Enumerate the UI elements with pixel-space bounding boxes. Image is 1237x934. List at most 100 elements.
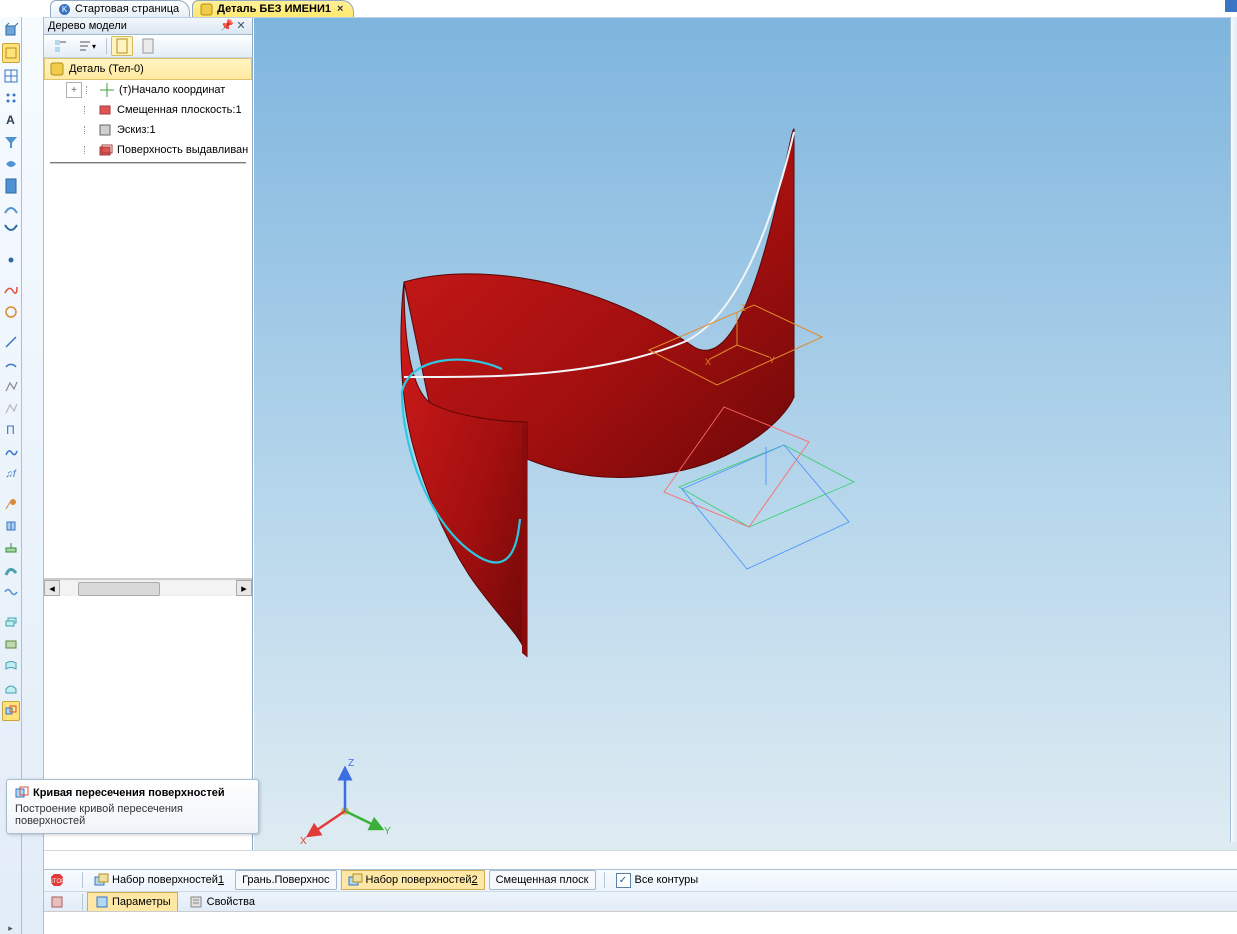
corner-cube-icon — [1225, 0, 1237, 12]
tool-round-icon[interactable] — [3, 495, 19, 513]
tree-label: Смещенная плоскость:1 — [117, 104, 242, 116]
panel-header: Дерево модели 📌 ✕ — [44, 17, 252, 35]
svg-text:Y: Y — [769, 355, 775, 365]
document-tabs: K Стартовая страница Деталь БЕЗ ИМЕНИ1 × — [0, 0, 1237, 18]
checkbox-icon[interactable]: ✓ — [616, 873, 631, 888]
tool-curve2-icon[interactable] — [3, 221, 19, 239]
status-strip — [0, 850, 1237, 870]
tab-label: Стартовая страница — [75, 3, 179, 15]
scroll-right-icon[interactable]: ▸ — [236, 580, 252, 596]
svg-text:X: X — [300, 836, 307, 847]
tab-parameters[interactable]: Параметры — [87, 892, 178, 912]
svg-text:X: X — [705, 357, 711, 367]
tool-surf1-icon[interactable] — [3, 657, 19, 675]
tool-wire2-icon[interactable] — [3, 399, 19, 417]
chip-plane[interactable]: Смещенная плоск — [489, 870, 596, 890]
label: Свойства — [207, 896, 255, 908]
plane-icon — [97, 102, 113, 118]
part-icon — [199, 2, 213, 16]
tool-fn-icon[interactable]: ♫f — [3, 465, 19, 483]
axis-icon — [99, 82, 115, 98]
tree-sketch[interactable]: Эскиз:1 — [44, 120, 252, 140]
stop-button[interactable]: STOP — [42, 870, 74, 890]
tool-patch-icon[interactable] — [3, 635, 19, 653]
chip-label: Смещенная плоск — [496, 874, 589, 886]
all-contours-toggle[interactable]: ✓ Все контуры — [609, 870, 706, 890]
tool-wave-icon[interactable] — [3, 583, 19, 601]
tool-pi-icon[interactable]: Π — [3, 421, 19, 439]
tree-plane[interactable]: Смещенная плоскость:1 — [44, 100, 252, 120]
tree-extrude-surface[interactable]: Поверхность выдавливан — [44, 140, 252, 160]
tab-label: Деталь БЕЗ ИМЕНИ1 — [217, 3, 331, 15]
hotkey: 1 — [218, 874, 224, 886]
scroll-left-icon[interactable]: ◂ — [44, 580, 60, 596]
chip-face[interactable]: Грань.Поверхнос — [235, 870, 336, 890]
tree-hscroll[interactable]: ◂ ▸ — [44, 579, 252, 596]
tool-shape-icon[interactable] — [3, 155, 19, 173]
chip-label: Грань.Поверхнос — [242, 874, 329, 886]
tool-project-icon[interactable] — [3, 539, 19, 557]
tool-curve1-icon[interactable] — [3, 199, 19, 217]
expand-icon[interactable]: + — [66, 82, 82, 98]
tab-start-page[interactable]: K Стартовая страница — [50, 0, 190, 17]
tree-props-icon[interactable] — [137, 36, 159, 56]
kompas-logo-icon: K — [57, 2, 71, 16]
svg-text:STOP: STOP — [48, 879, 64, 885]
svg-text:Z: Z — [740, 303, 746, 313]
tree-label: Деталь (Тел-0) — [69, 63, 144, 75]
extrude-icon — [97, 142, 113, 158]
close-panel-icon[interactable]: ✕ — [234, 19, 248, 33]
tool-wire1-icon[interactable] — [3, 377, 19, 395]
tooltip-body: Построение кривой пересечения поверхност… — [15, 803, 250, 827]
tool-layers-icon[interactable] — [3, 613, 19, 631]
scroll-thumb[interactable] — [78, 582, 160, 596]
tool-freeform-icon[interactable] — [3, 443, 19, 461]
tool-filter-icon[interactable] — [3, 133, 19, 151]
tree-label: (т)Начало координат — [119, 84, 225, 96]
phantoms-button[interactable] — [42, 892, 74, 912]
phantom-icon — [49, 894, 64, 909]
axis-triad[interactable]: Z Y X — [290, 756, 386, 852]
part-icon — [49, 61, 65, 77]
tool-mirror-icon[interactable] — [3, 517, 19, 535]
surfaces-icon — [348, 873, 363, 888]
tree-label: Эскиз:1 — [117, 124, 156, 136]
label: Параметры — [112, 896, 171, 908]
property-row-1: STOP Набор поверхностей 1 Грань.Поверхно… — [0, 870, 1237, 891]
tool-surf2-icon[interactable] — [3, 679, 19, 697]
props-icon — [189, 894, 204, 909]
tool-ring-icon[interactable] — [3, 303, 19, 321]
close-icon[interactable]: × — [337, 3, 343, 15]
label: Набор поверхностей — [112, 874, 218, 886]
tree-mode-icon[interactable] — [50, 36, 72, 56]
tree-origin[interactable]: + (т)Начало координат — [44, 80, 252, 100]
pin-icon[interactable]: 📌 — [220, 19, 234, 33]
svg-text:K: K — [61, 5, 67, 14]
svg-text:Z: Z — [348, 758, 354, 769]
tree-sort-icon[interactable]: ▾ — [76, 36, 98, 56]
tab-part-untitled[interactable]: Деталь БЕЗ ИМЕНИ1 × — [192, 0, 354, 17]
tool-spline-icon[interactable] — [3, 281, 19, 299]
intersection-curve-icon — [15, 786, 29, 800]
tool-sketch-icon[interactable] — [2, 43, 20, 63]
tool-pipe-icon[interactable] — [3, 561, 19, 579]
tool-text-icon[interactable]: A — [3, 111, 19, 129]
tool-cube-icon[interactable] — [3, 21, 19, 39]
surface-set-2[interactable]: Набор поверхностей 2 — [341, 870, 485, 890]
tool-intersection-curve-icon[interactable] — [2, 701, 20, 721]
tool-dots-icon[interactable] — [3, 89, 19, 107]
tooltip: Кривая пересечения поверхностей Построен… — [6, 779, 259, 834]
viewport-3d[interactable]: Z Y X Z — [253, 17, 1237, 934]
tool-grid-icon[interactable] — [3, 67, 19, 85]
tree-show-icon[interactable] — [111, 36, 133, 56]
tree-root[interactable]: Деталь (Тел-0) — [44, 58, 252, 80]
panel-toolbar: ▾ — [44, 35, 252, 58]
tool-doc-icon[interactable] — [3, 177, 19, 195]
tab-properties[interactable]: Свойства — [182, 892, 262, 912]
tool-point-icon[interactable] — [3, 251, 19, 269]
tool-arc-icon[interactable] — [3, 355, 19, 373]
surface-set-1[interactable]: Набор поверхностей 1 — [87, 870, 231, 890]
tool-line-icon[interactable] — [3, 333, 19, 351]
model-tree[interactable]: Деталь (Тел-0) + (т)Начало координат Сме… — [44, 58, 252, 579]
scroll-track[interactable] — [60, 581, 236, 595]
